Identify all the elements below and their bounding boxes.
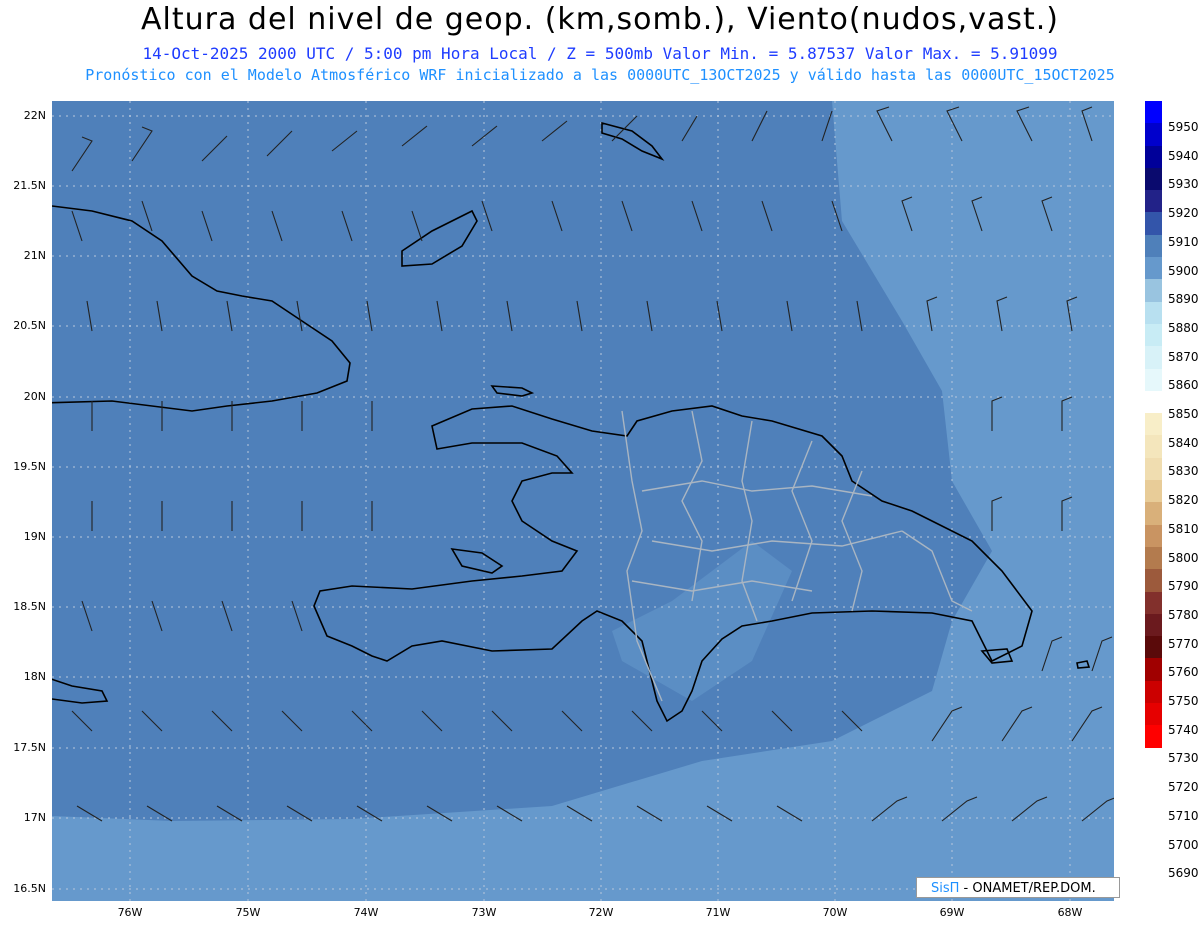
colorbar-label: 5860	[1168, 378, 1199, 393]
jamaica-coast	[52, 678, 109, 704]
colorbar-legend	[1145, 101, 1162, 748]
colorbar-label: 5820	[1168, 493, 1199, 508]
colorbar-swatch	[1145, 368, 1162, 391]
colorbar-swatch	[1145, 190, 1162, 213]
colorbar-swatch	[1145, 457, 1162, 481]
colorbar-label: 5790	[1168, 579, 1199, 594]
lon-label-69w: 69W	[939, 906, 965, 919]
inagua-island	[401, 209, 478, 267]
model-init-subtitle: Pronóstico con el Modelo Atmosférico WRF…	[85, 66, 1115, 84]
valid-time-subtitle: 14-Oct-2025 2000 UTC / 5:00 pm Hora Loca…	[142, 44, 1058, 63]
colorbar-swatch	[1145, 480, 1162, 503]
lat-label-21-5n: 21.5N	[13, 179, 46, 192]
lon-label-72w: 72W	[588, 906, 614, 919]
colorbar-label: 5780	[1168, 607, 1199, 622]
colorbar-swatch	[1145, 123, 1162, 146]
cuba-coast	[52, 205, 351, 412]
lat-label-22n: 22N	[23, 109, 46, 122]
lon-label-68w: 68W	[1057, 906, 1083, 919]
colorbar-swatch	[1145, 346, 1162, 369]
lat-label-19-5n: 19.5N	[13, 460, 46, 473]
colorbar-label: 5730	[1168, 751, 1199, 766]
brand-logo: SisΠ	[931, 881, 960, 896]
colorbar-label: 5900	[1168, 263, 1199, 278]
colorbar-label: 5910	[1168, 234, 1199, 249]
lon-label-75w: 75W	[235, 906, 261, 919]
colorbar-label: 5870	[1168, 349, 1199, 364]
lat-label-20n: 20N	[23, 390, 46, 403]
colorbar-swatch	[1145, 167, 1162, 191]
colorbar-swatch	[1145, 680, 1162, 704]
shade-east	[52, 101, 1114, 901]
colorbar-label: 5750	[1168, 694, 1199, 708]
colorbar-label: 5720	[1168, 780, 1199, 795]
colorbar-swatch	[1145, 546, 1162, 570]
lat-label-19n: 19N	[23, 530, 46, 543]
colorbar-label: 5840	[1168, 435, 1199, 450]
credit-box: SisΠ - ONAMET/REP.DOM.	[916, 877, 1120, 898]
colorbar-swatch	[1145, 703, 1162, 726]
colorbar-label: 5890	[1168, 292, 1199, 307]
lon-label-71w: 71W	[705, 906, 731, 919]
colorbar-label: 5810	[1168, 521, 1199, 536]
colorbar-swatch	[1145, 145, 1162, 168]
colorbar-label: 5690	[1168, 866, 1199, 881]
caicos-island	[601, 121, 665, 161]
colorbar-label: 5920	[1168, 206, 1199, 221]
colorbar-swatch	[1145, 502, 1162, 525]
shade-south	[612, 541, 792, 701]
colorbar-label: 5800	[1168, 550, 1199, 565]
gonave-island	[450, 547, 504, 574]
colorbar-label: 5770	[1168, 636, 1199, 651]
colorbar-swatch	[1145, 212, 1162, 235]
colorbar-label: 5930	[1168, 177, 1199, 192]
colorbar-swatch	[1145, 301, 1162, 324]
lon-label-74w: 74W	[353, 906, 379, 919]
colorbar-label: 5940	[1168, 148, 1199, 163]
credit-text: - ONAMET/REP.DOM.	[959, 881, 1096, 896]
colorbar-swatch	[1145, 390, 1162, 414]
colorbar-swatch	[1145, 725, 1162, 748]
map-canvas	[52, 101, 1114, 901]
tortuga-island	[490, 385, 535, 397]
colorbar-label: 5880	[1168, 320, 1199, 335]
lon-label-70w: 70W	[822, 906, 848, 919]
colorbar-swatch	[1145, 101, 1162, 124]
lat-label-21n: 21N	[23, 249, 46, 262]
colorbar-swatch	[1145, 569, 1162, 592]
lat-label-18n: 18N	[23, 670, 46, 683]
colorbar-swatch	[1145, 257, 1162, 280]
lon-label-76w: 76W	[117, 906, 143, 919]
colorbar-label: 5950	[1168, 120, 1199, 134]
lat-label-18-5n: 18.5N	[13, 600, 46, 613]
colorbar-label: 5850	[1168, 407, 1199, 421]
colorbar-swatch	[1145, 658, 1162, 681]
colorbar-swatch	[1145, 524, 1162, 547]
colorbar-swatch	[1145, 435, 1162, 458]
lon-label-73w: 73W	[471, 906, 497, 919]
colorbar-swatch	[1145, 323, 1162, 347]
lat-label-16-5n: 16.5N	[13, 882, 46, 895]
colorbar-swatch	[1145, 413, 1162, 436]
colorbar-swatch	[1145, 636, 1162, 659]
colorbar-swatch	[1145, 279, 1162, 302]
lat-label-20-5n: 20.5N	[13, 319, 46, 332]
lat-label-17n: 17N	[23, 811, 46, 824]
colorbar-label: 5830	[1168, 464, 1199, 479]
map-title: Altura del nivel de geop. (km,somb.), Vi…	[141, 2, 1059, 37]
forecast-map	[52, 101, 1114, 901]
colorbar-label: 5700	[1168, 837, 1199, 852]
colorbar-label: 5760	[1168, 665, 1199, 680]
colorbar-swatch	[1145, 234, 1162, 258]
colorbar-label: 5710	[1168, 808, 1199, 823]
lat-label-17-5n: 17.5N	[13, 741, 46, 754]
colorbar-swatch	[1145, 591, 1162, 614]
colorbar-label: 5740	[1168, 722, 1199, 737]
colorbar-swatch	[1145, 613, 1162, 637]
